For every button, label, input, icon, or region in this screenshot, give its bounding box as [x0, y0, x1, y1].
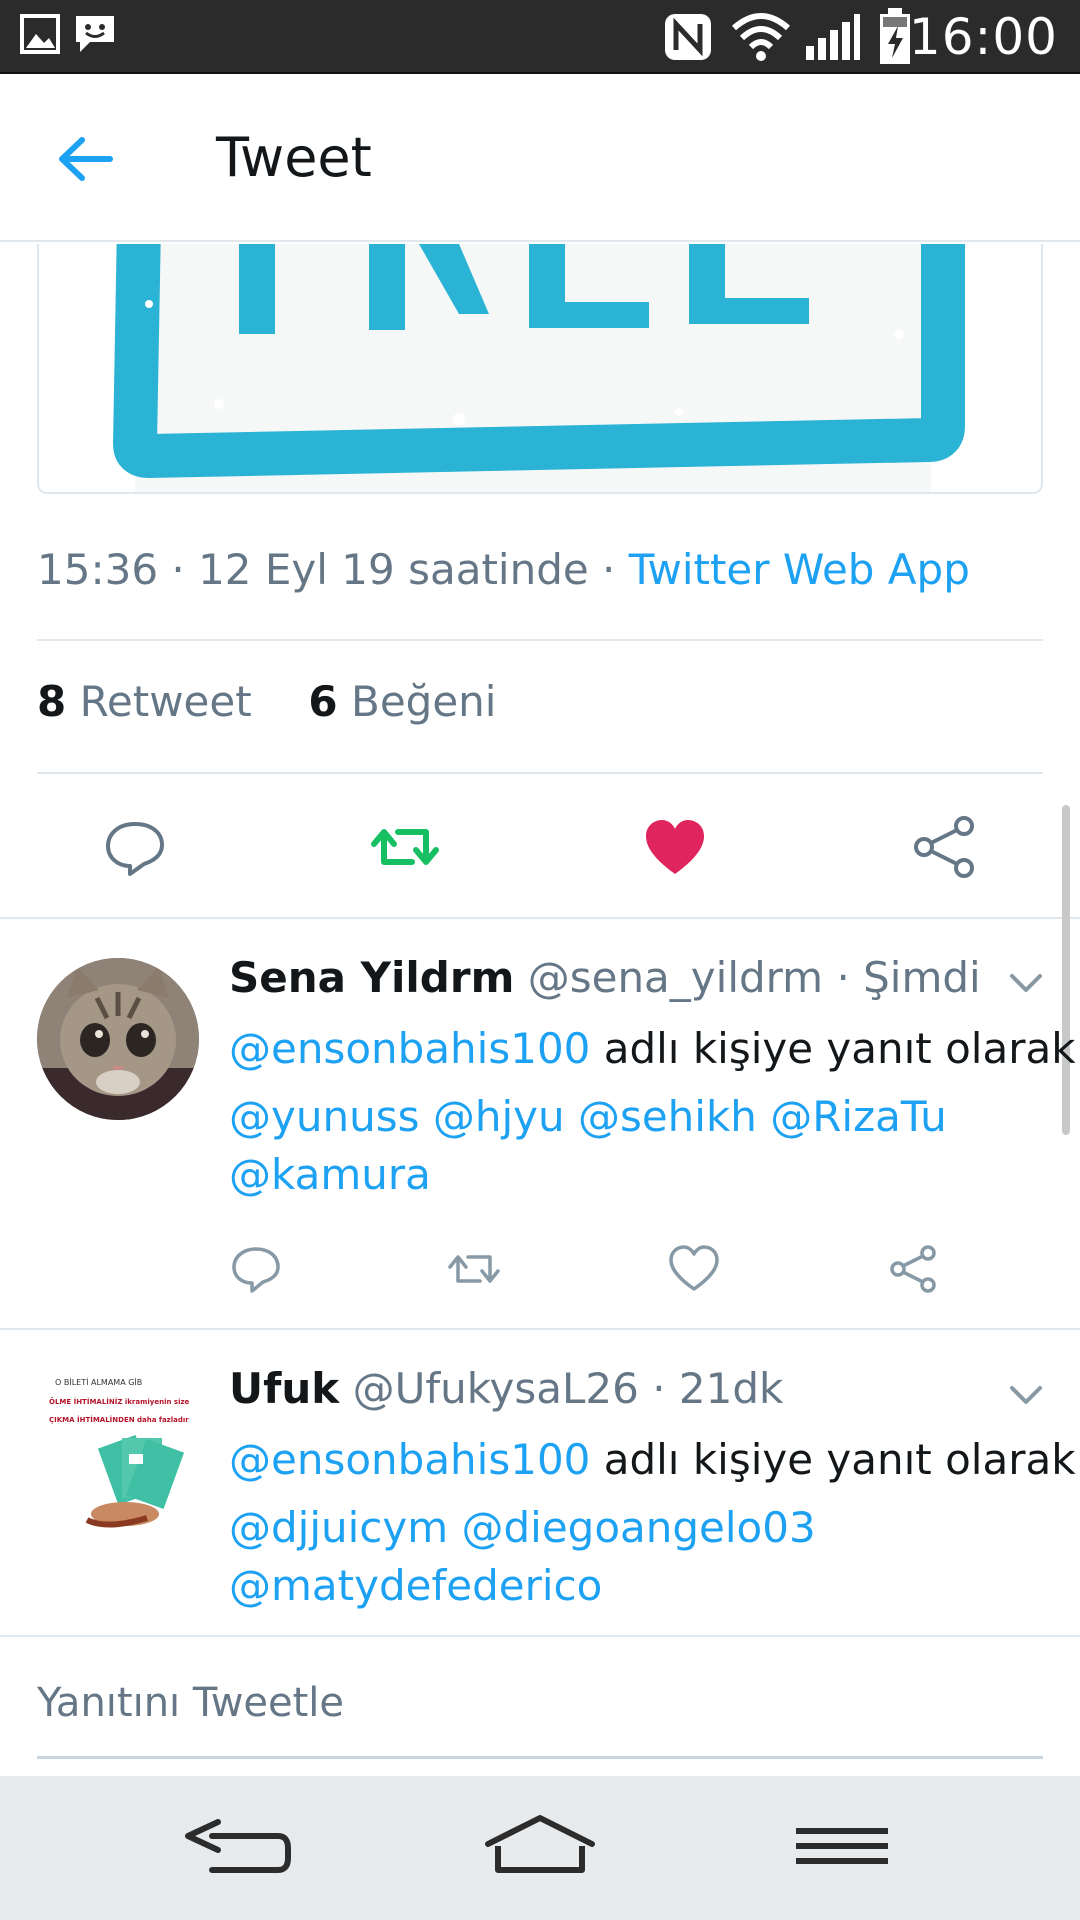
chat-icon: [76, 16, 114, 52]
lottery-tickets-image: [85, 1434, 185, 1528]
divider: [0, 1635, 1080, 1637]
like-label[interactable]: Beğeni: [351, 677, 496, 726]
avatar-caption: ÇIKMA İHTİMALİNDEN daha fazladır: [49, 1416, 189, 1424]
reply-compose-input[interactable]: Yanıtını Tweetle: [37, 1680, 344, 1726]
reply-to-line: @ensonbahis100 adlı kişiye yanıt olarak: [229, 1024, 1076, 1073]
reply-icon[interactable]: [100, 812, 170, 882]
timestamp-text: 15:36 · 12 Eyl 19 saatinde ·: [37, 545, 629, 594]
divider: [0, 917, 1080, 919]
like-heart-icon[interactable]: [666, 1241, 722, 1297]
chevron-down-icon[interactable]: [1006, 1380, 1046, 1410]
arrow-left-icon[interactable]: [52, 126, 118, 192]
mention-link[interactable]: @ensonbahis100: [229, 1024, 590, 1073]
divider: [0, 1328, 1080, 1330]
avatar-caption: ÖLME İHTİMALİNİZ ikramiyenin size: [49, 1398, 190, 1406]
menu-nav-icon[interactable]: [794, 1806, 890, 1886]
reply-header: Ufuk @UfukysaL26 · 21dk: [229, 1364, 783, 1413]
retweet-icon[interactable]: [370, 812, 440, 882]
like-count[interactable]: 6: [308, 677, 337, 726]
tweet-timestamp: 15:36 · 12 Eyl 19 saatinde · Twitter Web…: [37, 545, 970, 594]
share-icon[interactable]: [886, 1241, 942, 1297]
divider: [37, 772, 1043, 774]
clock: 16:00: [908, 8, 1058, 66]
reply-mentions-line[interactable]: @yunuss @hjyu @sehikh @RizaTu: [229, 1092, 947, 1141]
wifi-icon: [732, 13, 790, 61]
reply-to-text: adlı kişiye yanıt olarak: [590, 1435, 1076, 1484]
system-nav-bar: [0, 1776, 1080, 1920]
app-header: Tweet: [0, 76, 1080, 242]
tweet-stats: 8 Retweet 6 Beğeni: [37, 677, 496, 726]
reply-to-line: @ensonbahis100 adlı kişiye yanıt olarak: [229, 1435, 1076, 1484]
nfc-icon: [665, 14, 711, 60]
page-title: Tweet: [216, 126, 372, 189]
reply-header: Sena Yildrm @sena_yildrm · Şimdi: [229, 953, 981, 1002]
reply-mentions-line[interactable]: @kamura: [229, 1150, 431, 1199]
status-bar: 16:00: [0, 0, 1080, 74]
display-name[interactable]: Ufuk: [229, 1364, 339, 1413]
avatar-caption: O BİLETİ ALMAMA GİB: [55, 1378, 143, 1387]
mention-link[interactable]: @ensonbahis100: [229, 1435, 590, 1484]
home-nav-icon[interactable]: [482, 1806, 598, 1886]
avatar[interactable]: O BİLETİ ALMAMA GİB ÖLME İHTİMALİNİZ ikr…: [37, 1368, 199, 1530]
avatar[interactable]: [37, 958, 199, 1120]
reply-icon[interactable]: [228, 1241, 284, 1297]
scrollbar[interactable]: [1062, 805, 1070, 1135]
chevron-down-icon[interactable]: [1006, 968, 1046, 998]
reply-mentions-line[interactable]: @djjuicym @diegoangelo03: [229, 1503, 816, 1552]
like-heart-filled-icon[interactable]: [640, 812, 710, 882]
source-link[interactable]: Twitter Web App: [629, 545, 970, 594]
battery-charging-icon: [880, 8, 910, 64]
back-nav-icon[interactable]: [182, 1806, 294, 1886]
kitten-avatar-image: [37, 958, 199, 1120]
compose-underline: [37, 1756, 1043, 1759]
retweet-label[interactable]: Retweet: [80, 677, 252, 726]
retweet-icon[interactable]: [446, 1241, 502, 1297]
reply-mentions-line[interactable]: @matydefederico: [229, 1561, 602, 1610]
handle-and-time: @UfukysaL26 · 21dk: [352, 1364, 784, 1413]
free-stamp-image: [39, 244, 1041, 492]
retweet-count[interactable]: 8: [37, 677, 66, 726]
handle-and-time: @sena_yildrm · Şimdi: [527, 953, 981, 1002]
display-name[interactable]: Sena Yildrm: [229, 953, 514, 1002]
reply-to-text: adlı kişiye yanıt olarak: [590, 1024, 1076, 1073]
signal-icon: [806, 14, 860, 60]
tweet-media-image[interactable]: [37, 244, 1043, 494]
divider: [37, 639, 1043, 641]
gallery-icon: [20, 14, 60, 54]
share-icon[interactable]: [910, 812, 980, 882]
